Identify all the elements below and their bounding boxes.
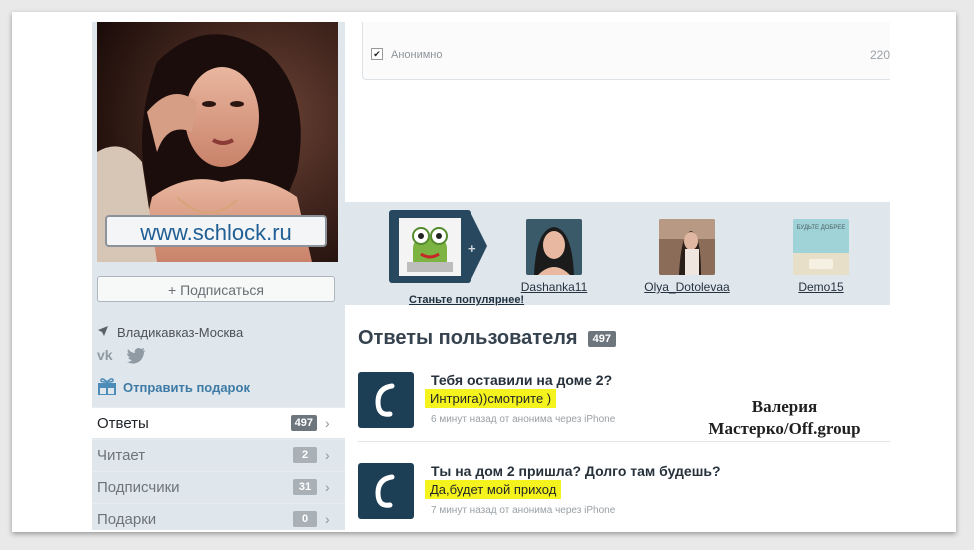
screenshot-frame: www.schlock.ru + Подписаться Владикавказ…: [12, 12, 956, 532]
credit-line-1: Валерия: [751, 397, 818, 416]
profile-page: www.schlock.ru + Подписаться Владикавказ…: [92, 22, 890, 530]
ask-question-box: ✔ Анонимно 220: [362, 22, 890, 80]
anonymous-label: Анонимно: [391, 49, 443, 61]
location: Владикавказ-Москва: [97, 323, 243, 341]
chevron-right-icon: ›: [325, 479, 330, 495]
avatar: БУДЬТЕ ДОБРЕЕ: [793, 219, 849, 275]
credit-line-2: Мастерко/Off.group: [708, 419, 861, 438]
nav-item-label: Подписчики: [97, 478, 180, 496]
answer-question[interactable]: Ты на дом 2 пришла? Долго там будешь?: [431, 463, 721, 479]
nav-item-label: Ответы: [97, 414, 149, 432]
count-badge: 31: [293, 479, 317, 495]
popular-user-name[interactable]: Dashanka11: [509, 280, 599, 294]
main-content: ✔ Анонимно 220 + Станьте популярнее! Das…: [345, 22, 890, 530]
send-gift-label: Отправить подарок: [123, 380, 250, 395]
answers-count-badge: 497: [587, 330, 616, 347]
answer-text: Да,будет мой приход: [425, 480, 562, 499]
app-logo-icon: [358, 372, 414, 428]
char-counter: 220: [870, 48, 890, 62]
nav-item-label: Подарки: [97, 510, 157, 528]
popular-user-name[interactable]: Demo15: [776, 280, 866, 294]
avatar-caption: БУДЬТЕ ДОБРЕЕ: [796, 225, 846, 231]
location-text: Владикавказ-Москва: [117, 324, 244, 340]
chevron-right-icon: ›: [325, 447, 330, 463]
chevron-right-icon: ›: [325, 415, 330, 431]
avatar: [526, 219, 582, 275]
count-badge: 0: [293, 511, 317, 527]
plus-icon: +: [468, 241, 476, 256]
popular-users-strip: + Станьте популярнее! Dashanka11 Olya_Do…: [345, 202, 890, 306]
popular-user-dashanka11[interactable]: Dashanka11: [509, 219, 599, 294]
chevron-right-icon: ›: [325, 511, 330, 527]
nav-item-answers[interactable]: Ответы 497 ›: [92, 407, 345, 438]
popular-user-name[interactable]: Olya_Dotolevaa: [642, 280, 732, 294]
app-logo-icon: [358, 463, 414, 519]
send-gift-link[interactable]: Отправить подарок: [97, 377, 250, 398]
author-credit-overlay: Валерия Мастерко/Off.group: [697, 396, 872, 440]
vk-icon[interactable]: vk: [97, 347, 121, 369]
answer-meta: 6 минут назад от анонима через iPhone: [431, 414, 616, 425]
answers-header: Ответы пользователя 497: [358, 327, 616, 350]
nav-item-gifts[interactable]: Подарки 0 ›: [92, 503, 345, 530]
subscribe-button[interactable]: + Подписаться: [97, 276, 335, 302]
sidebar: www.schlock.ru + Подписаться Владикавказ…: [92, 22, 345, 530]
popular-user-demo15[interactable]: БУДЬТЕ ДОБРЕЕ Demo15: [776, 219, 866, 294]
gift-icon: [97, 377, 117, 398]
nav-item-followers[interactable]: Подписчики 31 ›: [92, 471, 345, 502]
become-popular-link[interactable]: Станьте популярнее!: [409, 294, 524, 306]
answer-item[interactable]: Ты на дом 2 пришла? Долго там будешь? Да…: [358, 463, 878, 530]
twitter-icon[interactable]: [127, 348, 147, 369]
promo-card: [389, 210, 471, 283]
answers-title: Ответы пользователя: [358, 327, 578, 349]
answer-text: Интрига))смотрите ): [425, 389, 557, 408]
watermark-banner: www.schlock.ru: [105, 215, 327, 247]
answer-meta: 7 минут назад от анонима через iPhone: [431, 505, 616, 516]
location-arrow-icon: [97, 325, 109, 340]
anonymous-checkbox[interactable]: ✔: [371, 48, 383, 60]
count-badge: 2: [293, 447, 317, 463]
become-popular-promo[interactable]: + Станьте популярнее!: [389, 210, 524, 306]
profile-photo[interactable]: www.schlock.ru: [97, 22, 338, 262]
answer-question[interactable]: Тебя оставили на доме 2?: [431, 372, 612, 388]
frog-icon: [399, 218, 461, 276]
social-links: vk: [97, 347, 147, 369]
nav-item-label: Читает: [97, 446, 146, 464]
divider: [358, 441, 890, 442]
svg-text:vk: vk: [97, 348, 113, 362]
popular-user-olya-dotolevaa[interactable]: Olya_Dotolevaa: [642, 219, 732, 294]
nav-item-following[interactable]: Читает 2 ›: [92, 439, 345, 470]
avatar: [659, 219, 715, 275]
count-badge: 497: [290, 415, 317, 431]
